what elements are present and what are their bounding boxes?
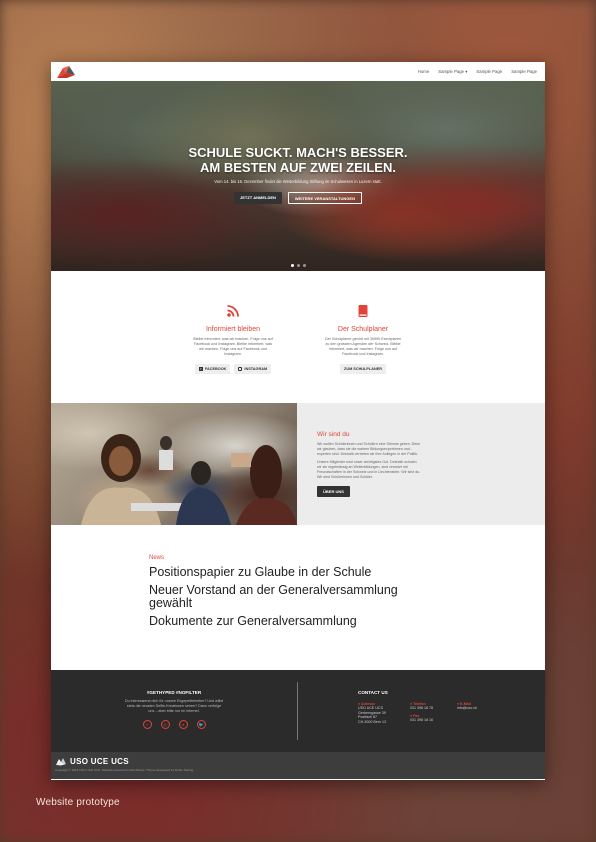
flickr-icon[interactable]: ▪▪ [178,720,188,730]
news-item[interactable]: Neuer Vorstand an der Generalversammlung… [149,584,424,610]
footer-logo[interactable]: USO UCE UCS [55,757,545,766]
feature-text: Der Schulplaner gehört mit 30000 Exempla… [325,337,401,356]
social-links: f ◎ ▪▪ 🐦 [51,720,297,730]
feature-title: Der Schulplaner [337,326,389,333]
address-line: USO UCE UCS [358,706,383,710]
footer-logo-text: USO UCE UCS [70,757,129,766]
facebook-icon[interactable]: f [142,720,152,730]
news-item[interactable]: Dokumente zur Generalversammlung [149,615,424,628]
instagram-button-label: INSTAGRAM [244,367,268,371]
footer-contact: CONTACT US ● Adresse USO UCE UCS Gerbern… [298,670,545,752]
contact-columns: ● Adresse USO UCE UCS Gerberngasse 39 Po… [358,702,545,727]
instagram-icon[interactable]: ◎ [160,720,170,730]
address-block: ● Adresse USO UCE UCS Gerberngasse 39 Po… [358,702,386,724]
twitter-icon[interactable]: 🐦 [196,720,206,730]
slider-dot[interactable] [296,264,300,267]
instagram-icon [238,367,243,371]
hero-content: SCHULE SUCKT. MACH'S BESSER. AM BESTEN A… [51,145,545,204]
phone-value[interactable]: 031 398 18 78 [410,706,433,711]
hero-section: SCHULE SUCKT. MACH'S BESSER. AM BESTEN A… [51,81,545,271]
rss-icon [227,305,239,317]
slider-dot[interactable] [290,264,294,267]
about-paragraph-1: Wir wollen Schülerinnen und Schülern ein… [317,442,421,456]
more-events-button[interactable]: WEITERE VERANSTALTUNGEN [287,192,362,204]
students-photo [51,403,297,525]
facebook-button-label: FACEBOOK [204,367,227,371]
about-paragraph-2: Unsere Mitglieder sind unser wichtigstes… [317,460,421,479]
logo-icon [57,65,75,78]
register-button[interactable]: JETZT ANMELDEN [234,192,282,204]
fax-value: 031 398 18 16 [409,717,433,722]
news-label: News [149,555,165,561]
navbar: Home Sample Page ▾ Sample Page Sample Pa… [51,62,545,81]
mockup-caption: Website prototype [36,797,120,808]
features-section: Informiert bleiben Bleibe informiert, wa… [51,271,545,403]
feature-title: Informiert bleiben [205,326,261,333]
nav-menu: Home Sample Page ▾ Sample Page Sample Pa… [418,69,537,75]
about-us-button[interactable]: ÜBER UNS [317,485,350,497]
schulplaner-button[interactable]: ZUM SCHULPLANER [340,364,386,374]
logo-icon [56,757,66,765]
facebook-icon: f [198,367,203,371]
nav-link-sample-dropdown[interactable]: Sample Page ▾ [438,69,467,75]
about-section: Wir sind du Wir wollen Schülerinnen und … [51,403,545,525]
footer: #GETHYPED #NOFILTER Du interessierst dic… [51,670,545,752]
website-mockup: Home Sample Page ▾ Sample Page Sample Pa… [51,62,545,780]
site-logo[interactable] [55,65,77,79]
address-line: CH-3000 Bern 13 [358,719,386,724]
email-block: ● E-Mail info@uso.ch [457,702,477,711]
phone-block: ● Telefon 031 398 18 78 [410,702,433,711]
nav-link-home[interactable]: Home [418,69,429,75]
copyright-text: Copyright © 2015 USO UCE UCS. Website po… [55,768,194,772]
facebook-button[interactable]: f FACEBOOK [194,364,231,374]
news-item[interactable]: Positionspapier zu Glaube in der Schule [149,566,424,579]
hero-title: SCHULE SUCKT. MACH'S BESSER. AM BESTEN A… [188,145,408,175]
email-value[interactable]: info@uso.ch [457,706,477,711]
about-title: Wir sind du [317,431,350,438]
footer-social: #GETHYPED #NOFILTER Du interessierst dic… [51,682,298,740]
hero-subtitle: Vom 14. bis 15. Dezember findet die Weit… [214,179,382,184]
slider-dot[interactable] [302,264,306,267]
feature-text: Bleibe informiert, was wir machen. Folge… [193,337,273,356]
contact-column-2: ● Telefon 031 398 18 78 ● Fax 031 398 18… [410,702,433,727]
photo-illustration [81,434,297,525]
feature-schulplaner: Der Schulplaner Der Schulplaner gehört m… [323,304,403,403]
fax-block: ● Fax 031 398 18 16 [410,714,433,723]
contact-column-1: ● Adresse USO UCE UCS Gerberngasse 39 Po… [358,702,386,727]
about-text: Wir sind du Wir wollen Schülerinnen und … [297,403,545,525]
contact-title: CONTACT US [358,690,388,695]
book-icon [358,305,368,317]
nav-link-sample-3[interactable]: Sample Page [511,69,537,75]
hashtag-text: Du interessierst dich für unsere Exgepei… [124,699,224,713]
feature-stay-informed: Informiert bleiben Bleibe informiert, wa… [193,304,273,403]
hashtag-title: #GETHYPED #NOFILTER [146,690,202,695]
slider-dots [51,264,545,267]
feature-buttons: ZUM SCHULPLANER [323,364,403,374]
nav-link-sample-2[interactable]: Sample Page [476,69,502,75]
instagram-button[interactable]: INSTAGRAM [234,364,272,374]
news-section: News Positionspapier zu Glaube in der Sc… [51,525,545,670]
hero-buttons: JETZT ANMELDEN WEITERE VERANSTALTUNGEN [51,192,545,204]
feature-buttons: f FACEBOOK INSTAGRAM [193,364,273,374]
bottom-bar: USO UCE UCS Copyright © 2015 USO UCE UCS… [51,752,545,779]
contact-column-3: ● E-Mail info@uso.ch [457,702,477,727]
